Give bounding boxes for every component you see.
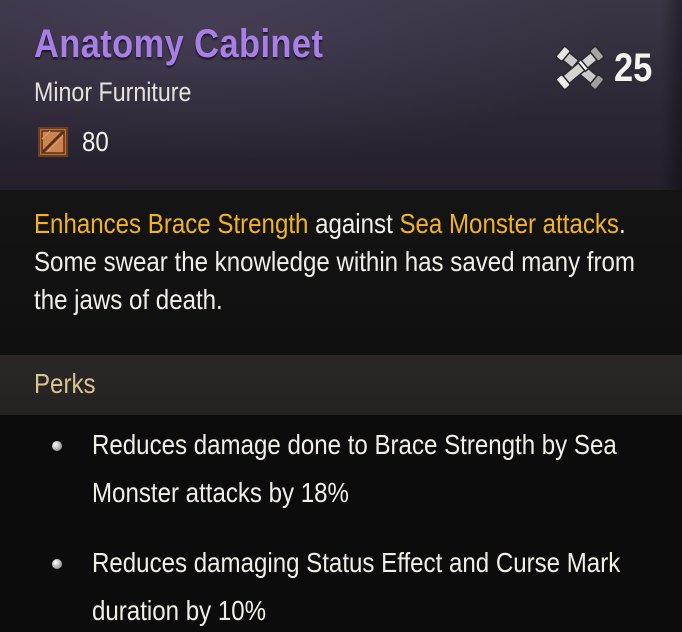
description-text: Enhances Brace Strength against Sea Mons… [34,205,636,319]
item-name: Anatomy Cabinet [34,22,324,66]
stat-value: 80 [82,126,109,157]
stat-row: 80 [38,126,113,158]
gear-score: 25 [550,40,659,96]
perks-list: Reduces damage done to Brace Strength by… [0,415,682,632]
perk-text-line-1: Reduces damage done to Brace Strength by… [92,429,617,460]
item-type: Minor Furniture [34,77,192,107]
item-tooltip: Anatomy Cabinet Minor Furniture 80 25 En… [0,0,682,632]
description-flavor-line-1: Some swear the knowledge within has save… [34,246,635,277]
perks-title: Perks [34,368,96,399]
bullet-icon [52,441,62,451]
tooltip-header: Anatomy Cabinet Minor Furniture 80 25 [0,0,682,190]
bullet-icon [52,559,62,569]
perk-text: Reduces damaging Status Effect and Curse… [92,539,642,632]
crate-icon [38,127,68,157]
description-highlight-brace: Enhances Brace Strength [34,208,309,239]
perk-text-line-1: Reduces damaging Status Effect and Curse… [92,547,621,578]
gear-score-value: 25 [613,45,652,90]
description-flavor-line-2: the jaws of death. [34,284,223,315]
description-highlight-sea-monster: Sea Monster attacks [399,208,619,239]
crossed-cannons-icon [550,40,610,96]
perk-text-line-2: duration by 10% [92,595,267,626]
description-against: against [308,208,400,239]
perk-text: Reduces damage done to Brace Strength by… [92,421,642,517]
description-period: . [618,208,626,239]
perk-text-line-2: Monster attacks by 18% [92,477,349,508]
perks-header: Perks [0,355,682,415]
description-section: Enhances Brace Strength against Sea Mons… [0,190,682,355]
